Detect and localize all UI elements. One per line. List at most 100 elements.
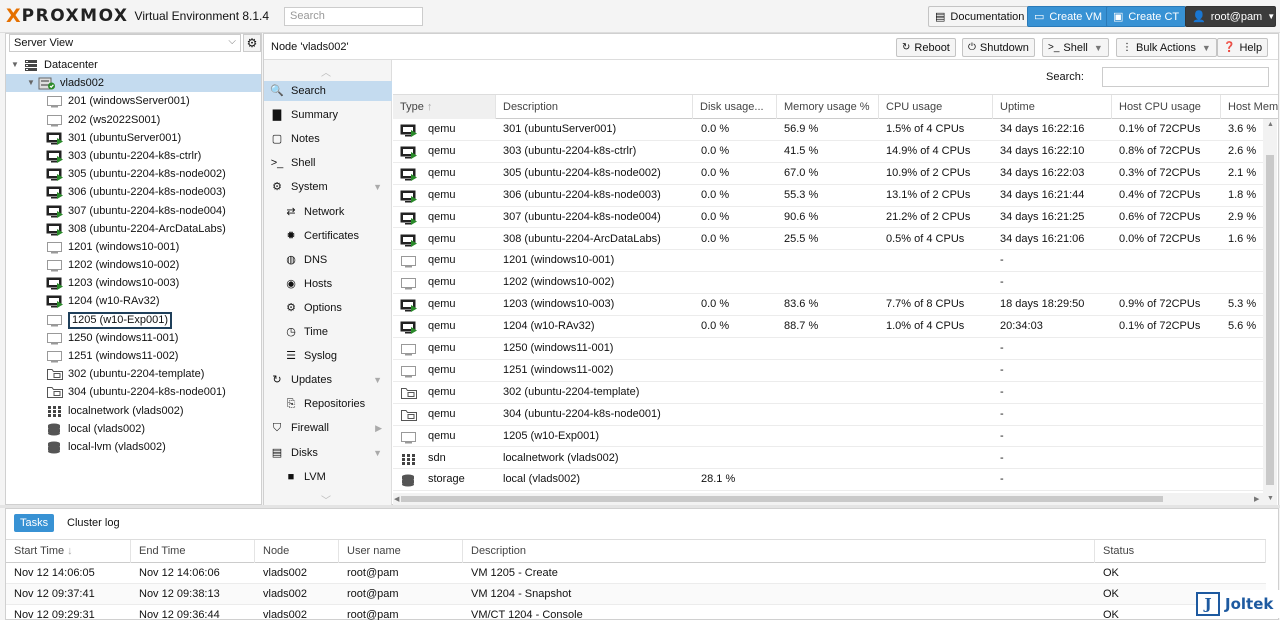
tree-item[interactable]: 1250 (windows11-001) — [6, 329, 261, 347]
table-row[interactable]: qemu 308 (ubuntu-2204-ArcDataLabs) 0.0 % 25… — [393, 229, 1263, 251]
nav-item-system[interactable]: ⚙ System ▼ — [264, 177, 392, 197]
tree-item[interactable]: 202 (ws2022S001) — [6, 111, 261, 129]
log-row[interactable]: Nov 12 09:37:41 Nov 12 09:38:13 vlads002 ro… — [6, 584, 1266, 605]
tree-item-node[interactable]: ▼ vlads002 — [6, 74, 261, 93]
log-row[interactable]: Nov 12 14:06:05 Nov 12 14:06:06 vlads002 ro… — [6, 563, 1266, 584]
scroll-right-icon[interactable]: ▶ — [1254, 495, 1259, 503]
table-row[interactable]: qemu 303 (ubuntu-2204-k8s-ctrlr) 0.0 % 41.5… — [393, 141, 1263, 163]
tree-item[interactable]: local-lvm (vlads002) — [6, 438, 261, 456]
nav-item-repositories[interactable]: ⎘ Repositories — [264, 394, 392, 414]
chevron-down-icon[interactable]: ▼ — [373, 370, 382, 390]
nav-item-options[interactable]: ⚙ Options — [264, 298, 392, 318]
reboot-button[interactable]: ↻ Reboot — [896, 38, 956, 57]
nav-item-lvm[interactable]: ■ LVM — [264, 467, 392, 487]
nav-item-notes[interactable]: ▢ Notes — [264, 129, 392, 149]
tree-item[interactable]: 304 (ubuntu-2204-k8s-node001) — [6, 383, 261, 401]
table-row[interactable]: qemu 305 (ubuntu-2204-k8s-node002) 0.0 % 67… — [393, 163, 1263, 185]
tree-item-datacenter[interactable]: ▼ Datacenter — [6, 56, 261, 74]
table-row[interactable]: qemu 1204 (w10-RAv32) 0.0 % 88.7 % 1.0% of 4… — [393, 316, 1263, 338]
nav-item-updates[interactable]: ↻ Updates ▼ — [264, 370, 392, 390]
column-header[interactable]: Disk usage... — [693, 95, 777, 119]
nav-item-disks[interactable]: ▤ Disks ▼ — [264, 443, 392, 463]
chevron-down-icon[interactable]: ▼ — [373, 443, 382, 463]
gear-icon[interactable]: ⚙ — [243, 34, 261, 52]
tree-item[interactable]: 1201 (windows10-001) — [6, 238, 261, 256]
nav-item-syslog[interactable]: ☰ Syslog — [264, 346, 392, 366]
tree-item[interactable]: 303 (ubuntu-2204-k8s-ctrlr) — [6, 147, 261, 165]
tree-item[interactable]: 305 (ubuntu-2204-k8s-node002) — [6, 165, 261, 183]
table-row[interactable]: qemu 1250 (windows11-001) - — [393, 338, 1263, 360]
documentation-button[interactable]: ▤ Documentation — [928, 6, 1032, 27]
bulk-actions-button[interactable]: ⋮ Bulk Actions ▼ — [1116, 38, 1217, 57]
nav-item-network[interactable]: ⇄ Network — [264, 202, 392, 222]
column-header[interactable]: Description — [496, 95, 693, 119]
tree-item[interactable]: 302 (ubuntu-2204-template) — [6, 365, 261, 383]
table-row[interactable]: sdn localnetwork (vlads002) - — [393, 448, 1263, 470]
column-header[interactable]: Host Mem — [1221, 95, 1280, 119]
scroll-up-icon[interactable]: ▲ — [1267, 121, 1274, 128]
tree-item[interactable]: 1203 (windows10-003) — [6, 274, 261, 292]
log-column-header[interactable]: Status — [1095, 540, 1266, 563]
scroll-down-icon[interactable]: ▼ — [1267, 495, 1274, 502]
grid-vertical-scrollbar[interactable]: ▲ ▼ — [1263, 119, 1277, 506]
table-row[interactable]: qemu 306 (ubuntu-2204-k8s-node003) 0.0 % 55… — [393, 185, 1263, 207]
scrollbar-thumb[interactable] — [1266, 155, 1274, 485]
column-header[interactable]: Uptime — [993, 95, 1112, 119]
scroll-left-icon[interactable]: ◀ — [394, 495, 399, 503]
table-row[interactable]: qemu 1203 (windows10-003) 0.0 % 83.6 % 7.7% … — [393, 294, 1263, 317]
column-header[interactable]: Memory usage % — [777, 95, 879, 119]
scroll-up-icon[interactable]: ︿ — [321, 64, 331, 79]
nav-item-summary[interactable]: ▇ Summary — [264, 105, 392, 125]
table-row[interactable]: qemu 1202 (windows10-002) - — [393, 272, 1263, 295]
log-column-header[interactable]: Description — [463, 540, 1095, 563]
tree-item[interactable]: 308 (ubuntu-2204-ArcDataLabs) — [6, 220, 261, 238]
tab-tasks[interactable]: Tasks — [14, 514, 55, 532]
table-row[interactable]: qemu 302 (ubuntu-2204-template) - — [393, 382, 1263, 404]
nav-item-certificates[interactable]: ✹ Certificates — [264, 226, 392, 246]
chevron-down-icon[interactable]: ▼ — [373, 177, 382, 197]
tree-item[interactable]: 1204 (w10-RAv32) — [6, 292, 261, 310]
grid-search-input[interactable] — [1102, 67, 1269, 87]
log-column-header[interactable]: Start Time ↓ — [6, 540, 131, 563]
global-search-input[interactable]: Search — [284, 7, 423, 26]
nav-item-hosts[interactable]: ◉ Hosts — [264, 274, 392, 294]
tree-item[interactable]: 201 (windowsServer001) — [6, 92, 261, 110]
nav-item-search[interactable]: 🔍 Search — [264, 81, 392, 101]
tree-item[interactable]: 1202 (windows10-002) — [6, 256, 261, 274]
view-selector[interactable]: Server View ⌵ — [9, 34, 241, 52]
grid-horizontal-scrollbar[interactable]: ◀ ▶ — [393, 493, 1263, 505]
log-row[interactable]: Nov 12 09:29:31 Nov 12 09:36:44 vlads002 ro… — [6, 605, 1266, 620]
table-row[interactable]: storage local (vlads002) 28.1 % - — [393, 469, 1263, 492]
log-column-header[interactable]: Node — [255, 540, 339, 563]
table-row[interactable]: qemu 1251 (windows11-002) - — [393, 360, 1263, 382]
tree-item[interactable]: 306 (ubuntu-2204-k8s-node003) — [6, 183, 261, 201]
expand-toggle-icon[interactable]: ▼ — [26, 74, 36, 92]
log-column-header[interactable]: End Time — [131, 540, 255, 563]
table-row[interactable]: qemu 301 (ubuntuServer001) 0.0 % 56.9 % 1.5%… — [393, 119, 1263, 141]
tree-item[interactable]: 1251 (windows11-002) — [6, 347, 261, 365]
table-row[interactable]: qemu 304 (ubuntu-2204-k8s-node001) - — [393, 404, 1263, 426]
log-column-header[interactable]: User name — [339, 540, 463, 563]
tree-item[interactable]: 307 (ubuntu-2204-k8s-node004) — [6, 202, 261, 220]
shutdown-button[interactable]: ⏻ Shutdown — [962, 38, 1035, 57]
tree-item[interactable]: localnetwork (vlads002) — [6, 402, 261, 420]
chevron-right-icon[interactable]: ▶ — [375, 418, 382, 438]
nav-item-shell[interactable]: >_ Shell — [264, 153, 392, 173]
tree-item[interactable]: local (vlads002) — [6, 420, 261, 438]
nav-item-dns[interactable]: ◍ DNS — [264, 250, 392, 270]
column-header[interactable]: Host CPU usage — [1112, 95, 1221, 119]
table-row[interactable]: qemu 1205 (w10-Exp001) - — [393, 426, 1263, 448]
column-header[interactable]: CPU usage — [879, 95, 993, 119]
user-menu-button[interactable]: 👤 root@pam ▼ — [1185, 6, 1276, 27]
column-header[interactable]: Type ↑ — [393, 95, 496, 119]
shell-button[interactable]: >_ Shell ▼ — [1042, 38, 1109, 57]
table-row[interactable]: qemu 1201 (windows10-001) - — [393, 250, 1263, 273]
expand-toggle-icon[interactable]: ▼ — [10, 56, 20, 74]
table-row[interactable]: qemu 307 (ubuntu-2204-k8s-node004) 0.0 % 90… — [393, 207, 1263, 229]
tree-item[interactable]: 1205 (w10-Exp001) — [6, 311, 261, 329]
tree-item[interactable]: 301 (ubuntuServer001) — [6, 129, 261, 147]
nav-item-firewall[interactable]: ⛉ Firewall ▶ — [264, 418, 392, 438]
create-ct-button[interactable]: ▣ Create CT — [1106, 6, 1187, 27]
scrollbar-thumb[interactable] — [401, 496, 1163, 502]
tab-cluster-log[interactable]: Cluster log — [61, 514, 126, 532]
